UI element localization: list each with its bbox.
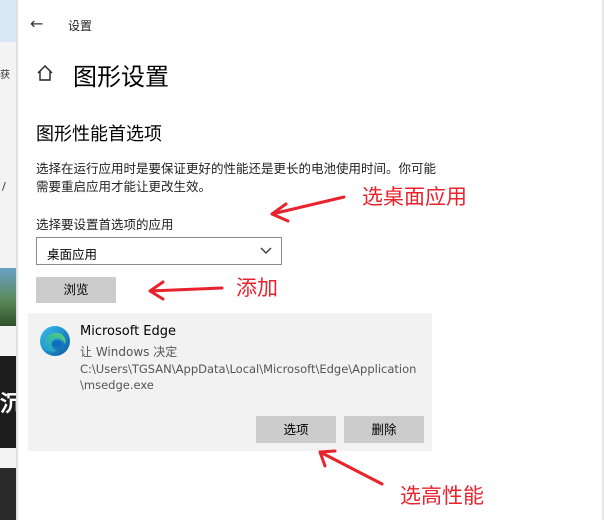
app-name: Microsoft Edge: [80, 324, 177, 339]
options-button[interactable]: 选项: [256, 416, 336, 443]
background-text-fragment: 获: [0, 70, 10, 81]
dropdown-value: 桌面应用: [47, 247, 98, 262]
background-image: [0, 268, 16, 326]
app-preference-status: 让 Windows 决定: [80, 345, 178, 359]
window-shadow: [16, 0, 19, 520]
annotation-text: 选高性能: [400, 484, 484, 508]
app-path: C:\Users\TGSAN\AppData\Local\Microsoft\E…: [80, 362, 417, 392]
app-title: 设置: [68, 19, 93, 33]
section-title: 图形性能首选项: [36, 124, 162, 145]
microsoft-edge-icon: [40, 326, 70, 356]
annotation-text: 添加: [236, 276, 278, 300]
app-type-dropdown[interactable]: 桌面应用: [36, 237, 282, 265]
background-text-fragment: /: [2, 180, 6, 193]
background-window: 获 / 沉: [0, 0, 22, 520]
chevron-down-icon: [260, 247, 272, 254]
app-select-label: 选择要设置首选项的应用: [36, 217, 174, 232]
home-icon[interactable]: [36, 64, 54, 82]
browse-button[interactable]: 浏览: [36, 277, 116, 303]
annotation-text: 选桌面应用: [362, 185, 467, 209]
background-image: [0, 468, 16, 520]
annotation-arrow-3: [318, 449, 384, 486]
back-arrow-icon[interactable]: ←: [30, 14, 43, 33]
annotation-arrow-1: [270, 195, 346, 223]
annotation-arrow-2: [148, 280, 224, 301]
background-image: 沉: [0, 356, 22, 448]
delete-button[interactable]: 删除: [344, 416, 424, 443]
background-titlebar: [0, 0, 16, 42]
page-title: 图形设置: [73, 63, 169, 91]
